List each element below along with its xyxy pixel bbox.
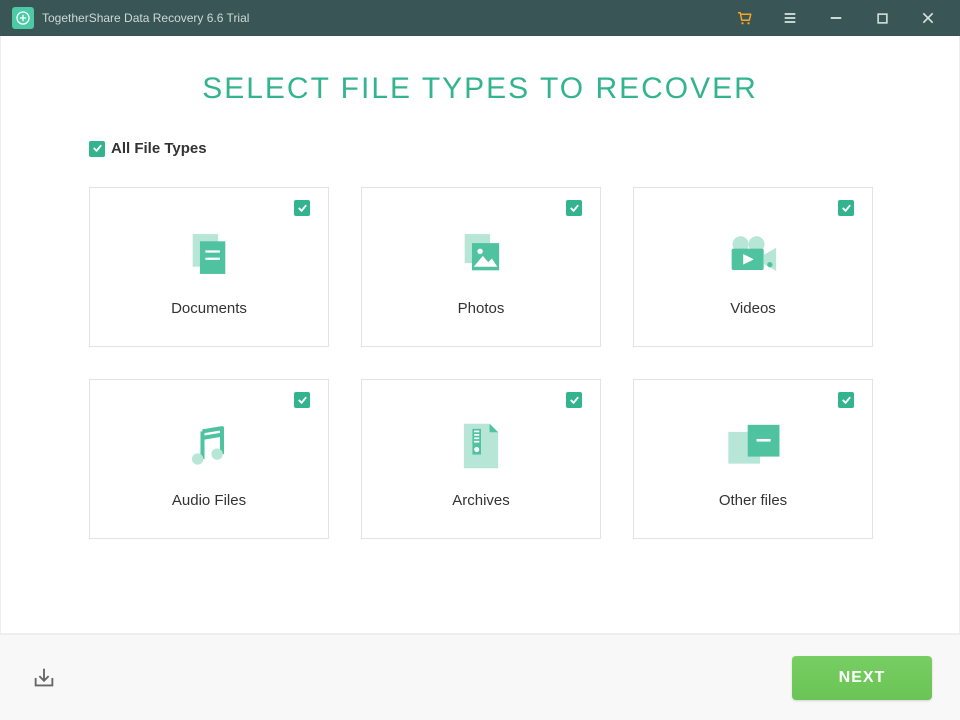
card-other[interactable]: Other files	[633, 379, 873, 539]
card-videos[interactable]: Videos	[633, 187, 873, 347]
card-photos-label: Photos	[458, 300, 505, 317]
app-logo	[12, 7, 34, 29]
card-archives[interactable]: Archives	[361, 379, 601, 539]
other-icon	[723, 410, 783, 482]
checkmark-icon	[838, 200, 854, 216]
card-documents[interactable]: Documents	[89, 187, 329, 347]
all-file-types-label: All File Types	[111, 140, 207, 157]
checkmark-icon	[294, 200, 310, 216]
file-type-grid: Documents Photos	[89, 187, 871, 539]
videos-icon	[721, 218, 785, 290]
close-button[interactable]	[908, 3, 948, 33]
page-title: SELECT FILE TYPES TO RECOVER	[89, 72, 871, 106]
content-area: SELECT FILE TYPES TO RECOVER All File Ty…	[0, 36, 960, 634]
card-videos-label: Videos	[730, 300, 776, 317]
card-audio[interactable]: Audio Files	[89, 379, 329, 539]
import-button[interactable]	[28, 662, 60, 694]
cart-button[interactable]	[724, 3, 764, 33]
checkmark-icon	[89, 141, 105, 157]
photos-icon	[452, 218, 510, 290]
audio-icon	[183, 410, 235, 482]
card-audio-label: Audio Files	[172, 492, 246, 509]
checkmark-icon	[566, 200, 582, 216]
card-other-label: Other files	[719, 492, 787, 509]
next-button-label: NEXT	[839, 669, 886, 687]
minimize-button[interactable]	[816, 3, 856, 33]
documents-icon	[180, 218, 238, 290]
titlebar: TogetherShare Data Recovery 6.6 Trial	[0, 0, 960, 36]
maximize-button[interactable]	[862, 3, 902, 33]
checkmark-icon	[566, 392, 582, 408]
archives-icon	[457, 410, 505, 482]
menu-button[interactable]	[770, 3, 810, 33]
footer: NEXT	[0, 634, 960, 720]
card-photos[interactable]: Photos	[361, 187, 601, 347]
next-button[interactable]: NEXT	[792, 656, 932, 700]
card-archives-label: Archives	[452, 492, 510, 509]
all-file-types-checkbox[interactable]: All File Types	[89, 140, 871, 157]
app-title: TogetherShare Data Recovery 6.6 Trial	[42, 11, 249, 25]
checkmark-icon	[294, 392, 310, 408]
card-documents-label: Documents	[171, 300, 247, 317]
checkmark-icon	[838, 392, 854, 408]
